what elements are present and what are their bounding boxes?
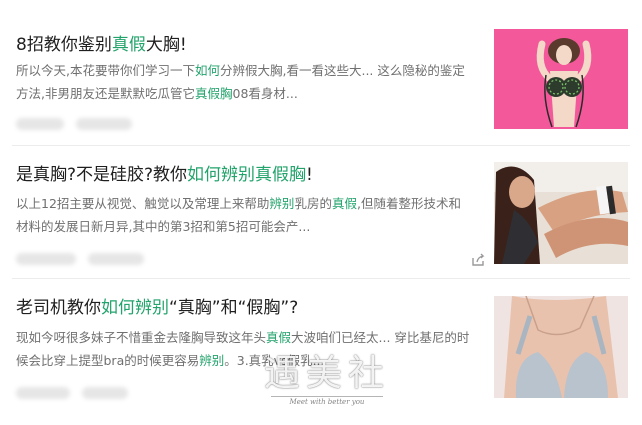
search-result[interactable]: 8招教你鉴别真假大胸! 所以今天,本花要带你们学习一下如何分辨假大胸,看一看这些… xyxy=(0,0,642,146)
result-thumbnail[interactable] xyxy=(494,296,628,398)
highlight-keyword: 真假 xyxy=(111,35,146,55)
result-title[interactable]: 8招教你鉴别真假大胸! xyxy=(16,34,187,56)
text-segment: 8招教你鉴别 xyxy=(16,35,112,55)
photo-chest xyxy=(494,296,628,398)
highlight-keyword: 辨别 xyxy=(199,353,225,368)
blurred-source xyxy=(16,118,64,130)
blurred-source xyxy=(16,387,70,399)
result-thumbnail[interactable] xyxy=(494,29,628,129)
text-segment: 所以今天,本花要带你们学习一下 xyxy=(16,63,195,78)
result-meta xyxy=(16,252,144,266)
search-result[interactable]: 老司机教你如何辨别“真胸”和“假胸”? 现如今呀很多妹子不惜重金去隆胸导致这年头… xyxy=(0,279,642,425)
text-segment: 大胸! xyxy=(145,35,187,55)
highlight-keyword: 如何 xyxy=(194,63,220,78)
blurred-source xyxy=(16,253,76,265)
highlight-keyword: 辨别 xyxy=(269,196,295,211)
result-meta xyxy=(16,117,132,131)
text-segment: 08看身材... xyxy=(232,86,298,101)
blurred-date xyxy=(88,253,144,265)
result-snippet: 所以今天,本花要带你们学习一下如何分辨假大胸,看一看这些大... 这么隐秘的鉴定… xyxy=(16,59,472,105)
result-title[interactable]: 老司机教你如何辨别“真胸”和“假胸”? xyxy=(16,297,298,319)
highlight-keyword: 真假 xyxy=(331,196,357,211)
illustration-woman xyxy=(494,29,628,129)
highlight-keyword: 如何辨别真假胸 xyxy=(187,165,307,185)
photo-woman xyxy=(494,162,628,264)
blurred-date xyxy=(76,118,132,130)
text-segment: ! xyxy=(306,165,313,185)
result-snippet: 现如今呀很多妹子不惜重金去隆胸导致这年头真假大波咱们已经太... 穿比基尼的时候… xyxy=(16,326,472,372)
text-segment: 老司机教你 xyxy=(16,298,101,318)
result-meta xyxy=(16,386,128,400)
result-title[interactable]: 是真胸?不是硅胶?教你如何辨别真假胸! xyxy=(16,164,313,186)
search-result[interactable]: 是真胸?不是硅胶?教你如何辨别真假胸! 以上12招主要从视觉、触觉以及常理上来帮… xyxy=(0,146,642,279)
text-segment: 是真胸?不是硅胶?教你 xyxy=(16,165,188,185)
blurred-date xyxy=(82,387,128,399)
highlight-keyword: 真假胸 xyxy=(194,86,233,101)
highlight-keyword: 如何辨别 xyxy=(101,298,169,318)
text-segment: 现如今呀很多妹子不惜重金去隆胸导致这年头 xyxy=(16,330,267,345)
text-segment: 以上12招主要从视觉、触觉以及常理上来帮助 xyxy=(16,196,270,211)
highlight-keyword: 真假 xyxy=(266,330,292,345)
text-segment: “真胸”和“假胸”? xyxy=(169,298,299,318)
share-icon[interactable] xyxy=(470,252,486,268)
result-snippet: 以上12招主要从视觉、触觉以及常理上来帮助辨别乳房的真假,但随着整形技术和材料的… xyxy=(16,192,472,238)
result-thumbnail[interactable] xyxy=(494,162,628,264)
text-segment: 。3.真乳vs假乳... xyxy=(224,353,325,368)
text-segment: 乳房的 xyxy=(294,196,332,211)
